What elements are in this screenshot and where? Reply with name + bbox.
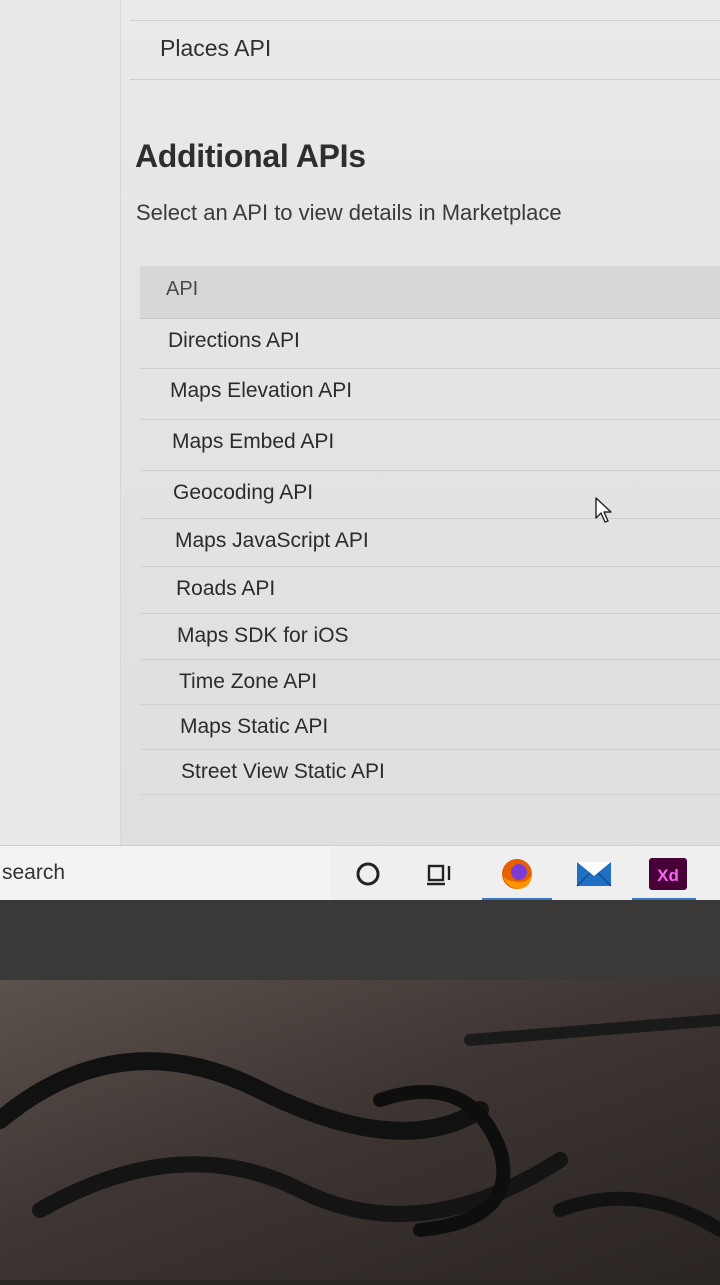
adobe-xd-icon[interactable]: Xd [648, 854, 688, 894]
api-row-maps-sdk-ios[interactable]: Maps SDK for iOS [140, 614, 720, 660]
mail-icon[interactable] [574, 854, 614, 894]
main-content: Places API Additional APIs Select an API… [130, 0, 720, 845]
api-row-label: Maps Elevation API [170, 379, 353, 402]
left-sidebar-area [0, 0, 121, 845]
api-row-label: Maps Static API [180, 715, 329, 738]
taskbar-search-box[interactable]: search [0, 846, 330, 900]
firefox-icon[interactable] [497, 854, 537, 894]
api-row-label: Time Zone API [179, 670, 318, 693]
api-row-street-view-static[interactable]: Street View Static API [140, 750, 720, 795]
cortana-circle-icon[interactable] [348, 854, 388, 894]
api-row-label: Maps SDK for iOS [177, 624, 349, 647]
api-row-geocoding[interactable]: Geocoding API [140, 471, 720, 519]
api-row-label: Maps Embed API [172, 430, 335, 453]
taskbar-search-label: search [2, 861, 66, 884]
api-row-time-zone[interactable]: Time Zone API [140, 660, 720, 705]
monitor-bezel [0, 900, 720, 980]
api-row-roads[interactable]: Roads API [140, 567, 720, 614]
api-row-label: Geocoding API [173, 481, 314, 504]
list-item-places-api[interactable]: Places API [130, 21, 720, 80]
api-table: API Directions API Maps Elevation API Ma… [140, 266, 720, 795]
api-row-label: Street View Static API [181, 760, 385, 783]
api-row-maps-embed[interactable]: Maps Embed API [140, 420, 720, 471]
api-row-maps-elevation[interactable]: Maps Elevation API [140, 369, 720, 420]
list-item-label: Places API [160, 35, 272, 61]
api-table-header: API [140, 266, 720, 319]
cut-off-list-item [130, 0, 720, 21]
api-row-directions[interactable]: Directions API [140, 319, 720, 369]
api-column-header: API [166, 278, 199, 300]
api-row-maps-javascript[interactable]: Maps JavaScript API [140, 519, 720, 567]
cables-illustration [0, 1014, 720, 1237]
api-row-maps-static[interactable]: Maps Static API [140, 705, 720, 750]
mouse-pointer-icon [595, 497, 612, 523]
api-row-label: Roads API [176, 577, 276, 600]
xd-label: Xd [657, 866, 679, 885]
section-subtitle: Select an API to view details in Marketp… [136, 200, 562, 225]
api-row-label: Directions API [168, 329, 300, 352]
windows-taskbar: search Xd [0, 845, 720, 900]
monitor-screen: Places API Additional APIs Select an API… [0, 0, 720, 900]
section-title: Additional APIs [135, 138, 366, 174]
api-row-label: Maps JavaScript API [175, 529, 369, 552]
desk-surface-with-cables [0, 980, 720, 1280]
task-view-icon[interactable] [418, 854, 458, 894]
